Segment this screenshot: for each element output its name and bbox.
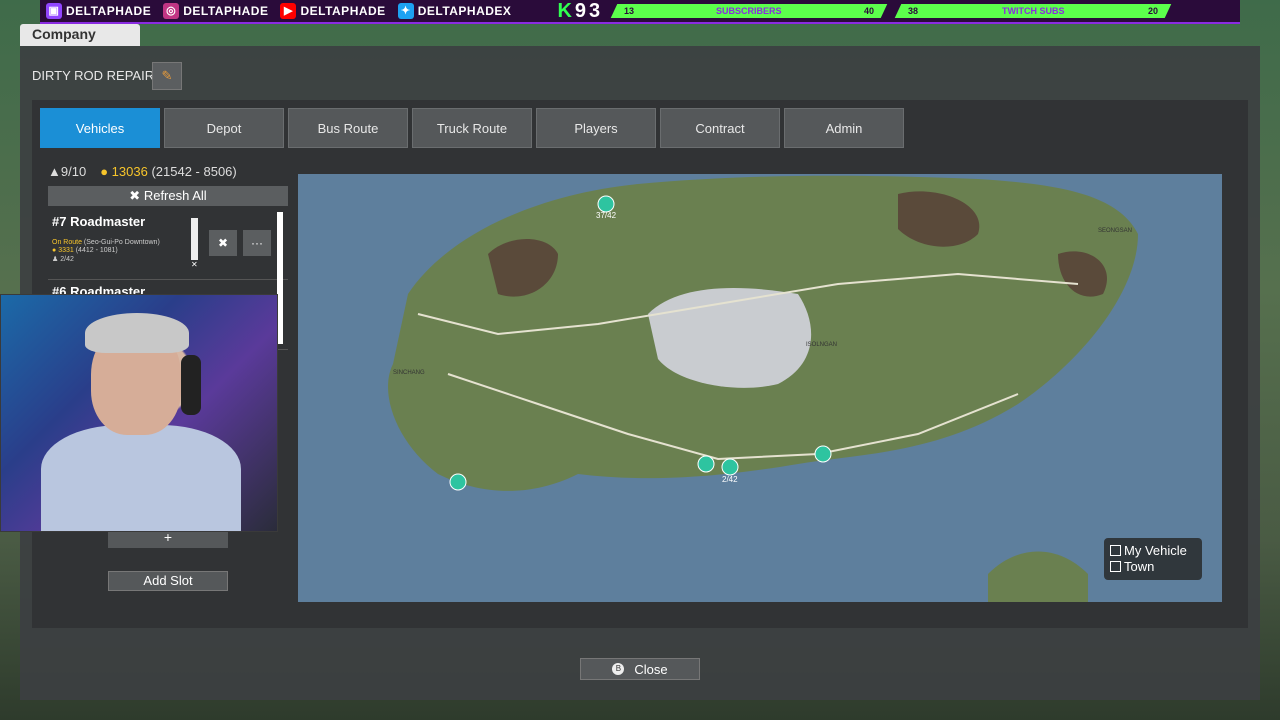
webcam-cap xyxy=(85,313,189,353)
social-twitch: ▣ DELTAPHADE xyxy=(40,3,157,19)
fleet-summary: ▲9/10 ● 13036 (21542 - 8506) xyxy=(48,164,237,179)
bus-capacity-label: 2/42 xyxy=(722,475,738,484)
b-key-icon: B xyxy=(612,663,625,675)
map-pin-icon[interactable] xyxy=(697,455,715,473)
small-island xyxy=(988,551,1088,602)
bus-icon[interactable] xyxy=(597,195,615,213)
close-icon: ✕ xyxy=(191,260,198,269)
vehicle-earnings: ● 3331 (4412 - 1081) xyxy=(52,247,118,254)
checkbox[interactable] xyxy=(1110,544,1121,556)
social-instagram: ◎ DELTAPHADE xyxy=(157,3,274,19)
vehicle-title: #7 Roadmaster xyxy=(52,214,146,229)
company-window-tab: Company xyxy=(20,24,140,46)
pencil-icon: ✎ xyxy=(161,68,173,83)
money-summary: ● 13036 (21542 - 8506) xyxy=(100,164,237,179)
twitter-icon: ✦ xyxy=(397,3,414,19)
youtube-icon: ▶ xyxy=(280,3,297,19)
wrench-icon: ✖ xyxy=(129,188,141,203)
add-vehicle-button[interactable]: + xyxy=(108,530,228,548)
town-label: ISOLNGAN xyxy=(806,342,837,348)
instagram-icon: ◎ xyxy=(163,3,180,19)
tab-bus-route[interactable]: Bus Route xyxy=(288,108,408,148)
add-slot-button[interactable]: Add Slot xyxy=(108,571,228,591)
bus-icon[interactable] xyxy=(721,458,739,476)
checkbox[interactable] xyxy=(1110,560,1121,572)
vehicle-status: On Route (Seo-Gui-Po Downtown) xyxy=(52,239,160,246)
vehicle-fuel-bar xyxy=(191,218,198,260)
tab-contract[interactable]: Contract xyxy=(660,108,780,148)
tab-players[interactable]: Players xyxy=(536,108,656,148)
vehicle-count: ▲9/10 xyxy=(48,164,87,179)
turtle-icon: ▲ xyxy=(48,164,61,179)
edit-company-name-button[interactable]: ✎ xyxy=(152,62,182,90)
route-map[interactable]: 37/42 2/42 SINCHANG SEONGSAN ISOLNGAN My… xyxy=(298,174,1222,602)
subscribers-counter: 13 SUBSCRIBERS 40 xyxy=(610,4,888,18)
twitch-subs-counter: 38 TWITCH SUBS 20 xyxy=(894,4,1172,18)
microphone-icon xyxy=(181,355,201,415)
stream-overlay-bar: ▣ DELTAPHADE ◎ DELTAPHADE ▶ DELTAPHADE ✦ DEL… xyxy=(40,0,1240,24)
ellipsis-icon: ··· xyxy=(251,236,263,250)
town-label: SINCHANG xyxy=(393,370,425,376)
town-label: SEONGSAN xyxy=(1098,228,1132,234)
repair-vehicle-button[interactable]: ✖ xyxy=(209,230,237,256)
refresh-all-button[interactable]: ✖ Refresh All xyxy=(48,186,288,206)
close-button[interactable]: B Close xyxy=(580,658,700,680)
company-name: DIRTY ROD REPAIR xyxy=(32,68,155,83)
tab-truck-route[interactable]: Truck Route xyxy=(412,108,532,148)
tab-depot[interactable]: Depot xyxy=(164,108,284,148)
person-icon: ♟ xyxy=(52,256,59,263)
bus-capacity-label: 37/42 xyxy=(596,211,617,220)
tools-icon: ✖ xyxy=(217,236,229,250)
k93-logo: K 9 3 xyxy=(557,0,601,22)
social-twitter: ✦ DELTAPHADEX xyxy=(392,3,518,19)
island-map: 37/42 2/42 SINCHANG SEONGSAN ISOLNGAN xyxy=(388,175,1138,602)
tab-admin[interactable]: Admin xyxy=(784,108,904,148)
vehicle-more-button[interactable]: ··· xyxy=(243,230,271,256)
legend-town[interactable]: Town xyxy=(1110,558,1196,574)
map-legend: My Vehicle Town xyxy=(1104,538,1202,580)
twitch-icon: ▣ xyxy=(46,3,62,19)
coin-icon: ● xyxy=(52,247,57,254)
tab-vehicles[interactable]: Vehicles xyxy=(40,108,160,148)
vehicle-card[interactable]: #7 Roadmaster On Route (Seo-Gui-Po Downt… xyxy=(48,210,288,280)
webcam-overlay xyxy=(0,294,278,532)
vehicle-passengers: ♟ 2/42 xyxy=(52,256,74,263)
coin-icon: ● xyxy=(100,164,109,179)
webcam-shirt xyxy=(41,425,241,531)
bus-icon[interactable] xyxy=(449,473,467,491)
social-youtube: ▶ DELTAPHADE xyxy=(274,3,391,19)
legend-my-vehicle[interactable]: My Vehicle xyxy=(1110,542,1196,558)
bus-icon[interactable] xyxy=(814,445,832,463)
tab-bar: Vehicles Depot Bus Route Truck Route Pla… xyxy=(40,108,904,148)
